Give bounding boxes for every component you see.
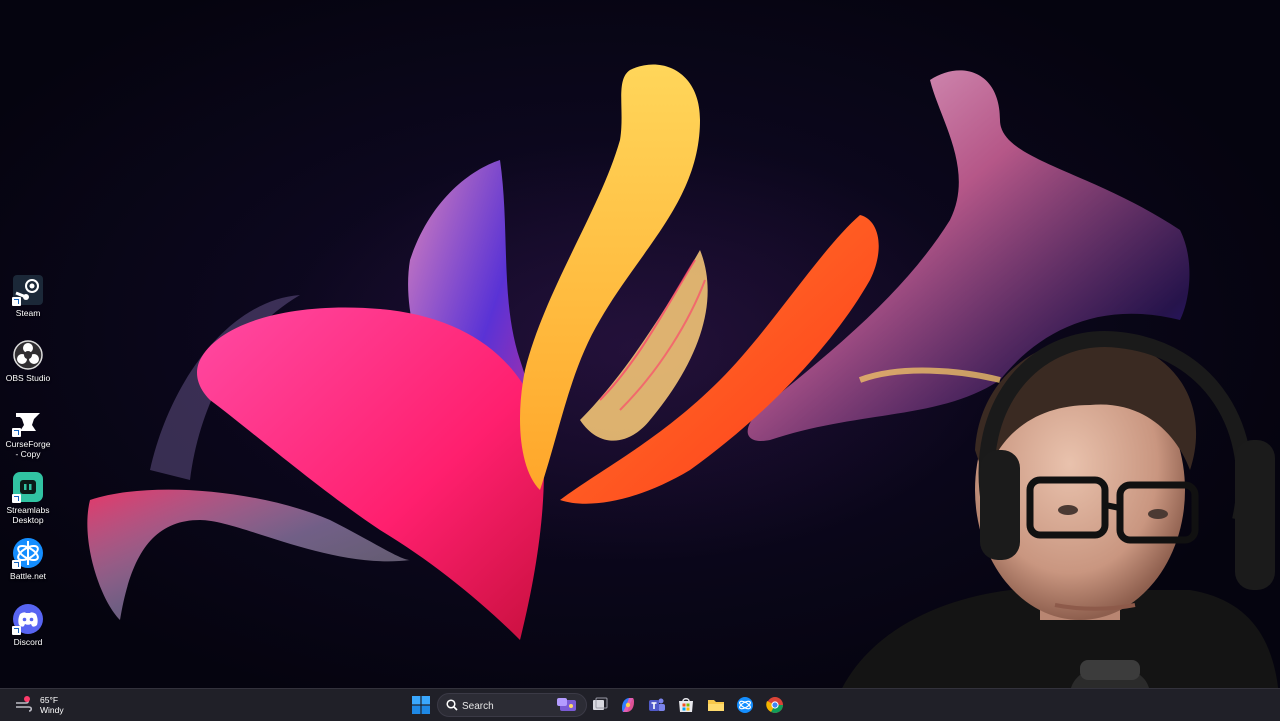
desktop-icon-label: Battle.net — [10, 571, 46, 581]
weather-condition: Windy — [40, 705, 64, 715]
search-highlight-icon — [557, 698, 576, 711]
desktop-icon-streamlabs[interactable]: Streamlabs Desktop — [4, 471, 52, 525]
desktop-icon-label: Steam — [15, 308, 41, 318]
chrome-icon — [766, 697, 783, 713]
webcam-overlay — [790, 320, 1280, 720]
task-view-button[interactable] — [587, 692, 613, 718]
store-button[interactable] — [673, 692, 699, 718]
task-view-icon — [593, 697, 608, 710]
weather-temperature: 65°F — [40, 695, 59, 705]
search-box[interactable] — [437, 693, 587, 717]
search-input[interactable] — [460, 697, 554, 715]
streamlabs-icon — [12, 471, 44, 503]
copilot-button[interactable] — [615, 692, 641, 718]
desktop-icon-battlenet[interactable]: Battle.net — [4, 537, 52, 581]
folder-icon — [708, 700, 724, 711]
windows-logo-icon — [412, 696, 430, 714]
steam-icon — [12, 274, 44, 306]
desktop-icon-label: OBS Studio — [5, 373, 51, 383]
weather-widget[interactable]: 65°F Windy — [14, 693, 64, 717]
obs-studio-icon — [12, 339, 44, 371]
start-button[interactable] — [408, 692, 434, 718]
teams-button[interactable] — [644, 692, 670, 718]
file-explorer-button[interactable] — [703, 692, 729, 718]
desktop-icon-discord[interactable]: Discord — [4, 603, 52, 647]
battlenet-taskbar-button[interactable] — [732, 692, 758, 718]
copilot-icon — [622, 698, 634, 712]
chrome-button[interactable] — [762, 692, 788, 718]
desktop-icon-curseforge[interactable]: CurseForge - Copy — [4, 405, 52, 459]
desktop-icon-obs-studio[interactable]: OBS Studio — [4, 339, 52, 383]
microsoft-store-icon — [679, 698, 693, 712]
desktop-icon-label: CurseForge - Copy — [5, 439, 51, 459]
search-icon — [446, 699, 458, 711]
taskbar: 65°F Windy — [0, 688, 1280, 721]
desktop-icon-label: Streamlabs Desktop — [6, 505, 50, 525]
desktop-icon-steam[interactable]: Steam — [4, 274, 52, 318]
curseforge-icon — [12, 405, 44, 437]
teams-icon — [649, 698, 665, 711]
windy-weather-icon — [16, 696, 33, 712]
battlenet-icon — [737, 697, 753, 713]
discord-icon — [12, 603, 44, 635]
battlenet-icon — [12, 537, 44, 569]
desktop-icon-label: Discord — [13, 637, 43, 647]
